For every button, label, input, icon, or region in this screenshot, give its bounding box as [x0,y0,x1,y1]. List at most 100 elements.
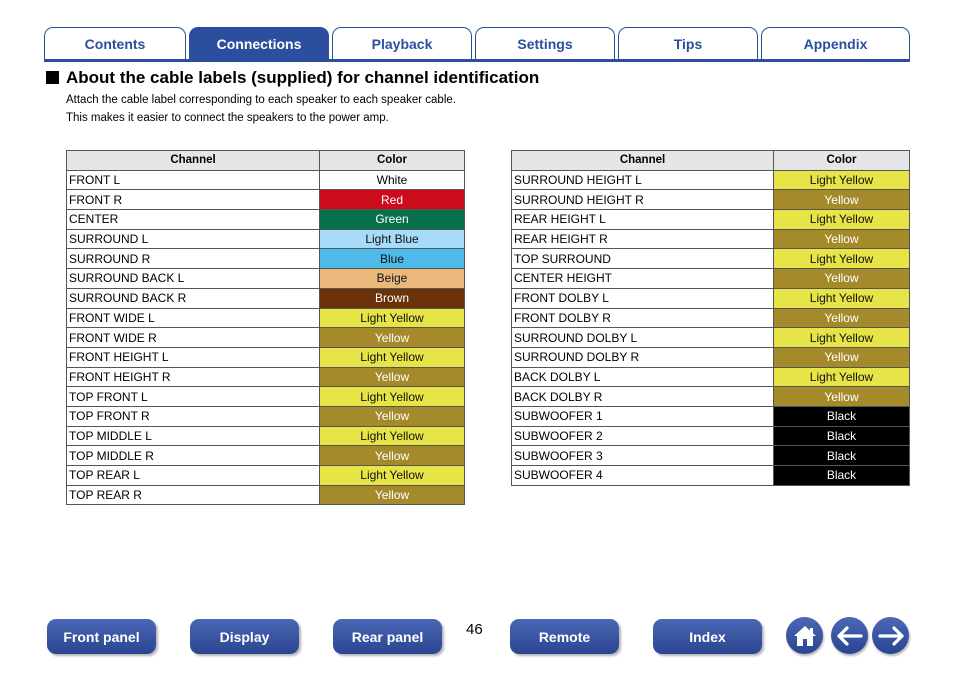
channel-cell: BACK DOLBY R [511,386,774,407]
channel-cell: TOP SURROUND [511,248,774,270]
back-arrow-icon [836,625,863,646]
channel-cell: TOP FRONT L [66,386,320,407]
color-cell: Light Yellow [319,346,465,368]
color-cell: Green [319,209,465,230]
table-row: SURROUND BACK R Brown [66,287,465,309]
channel-cell: FRONT L [66,169,320,191]
table-row: SURROUND HEIGHT L Light Yellow [511,169,910,191]
color-cell: Yellow [319,405,465,427]
tab-contents[interactable]: Contents [44,27,186,59]
color-cell: Yellow [319,484,465,506]
color-cell: Light Yellow [319,465,465,486]
column-header-channel: Channel [511,150,774,171]
channel-color-table-left: Channel Color FRONT L White FRONT R Red CENT… [66,150,465,506]
table-row: FRONT WIDE L Light Yellow [66,307,465,329]
table-row: CENTER HEIGHT Yellow [511,268,910,289]
table-row: SUBWOOFER 3 Black [511,445,910,466]
table-row: TOP MIDDLE R Yellow [66,445,465,466]
channel-cell: FRONT DOLBY L [511,287,774,309]
table-row: FRONT L White [66,169,465,191]
back-button[interactable] [831,617,868,654]
tab-settings[interactable]: Settings [475,27,615,59]
table-row: TOP MIDDLE L Light Yellow [66,425,465,447]
channel-cell: BACK DOLBY L [511,366,774,388]
table-row: SURROUND BACK L Beige [66,268,465,289]
column-header-color: Color [319,150,465,171]
color-cell: Light Yellow [773,209,910,230]
color-cell: Light Yellow [319,307,465,329]
color-cell: Light Yellow [319,386,465,407]
column-header-color: Color [773,150,910,171]
color-cell: Yellow [773,307,910,329]
table-row: SURROUND HEIGHT R Yellow [511,189,910,211]
channel-cell: TOP REAR L [66,465,320,486]
table-row: SUBWOOFER 2 Black [511,425,910,447]
column-header-channel: Channel [66,150,320,171]
tab-connections[interactable]: Connections [189,27,329,59]
color-cell: Red [319,189,465,211]
channel-cell: TOP FRONT R [66,405,320,427]
color-cell: Yellow [319,327,465,348]
front-panel-button[interactable]: Front panel [47,619,156,654]
color-cell: Yellow [773,189,910,211]
table-row: SUBWOOFER 4 Black [511,465,910,486]
remote-button[interactable]: Remote [510,619,619,654]
chapter-tabs: Contents Connections Playback Settings T… [44,27,910,62]
forward-button[interactable] [872,617,909,654]
channel-cell: CENTER [66,209,320,230]
intro-line-2: This makes it easier to connect the spea… [66,112,389,124]
color-cell: Black [773,405,910,427]
channel-cell: SUBWOOFER 1 [511,405,774,427]
color-cell: Black [773,425,910,447]
color-cell: Yellow [773,228,910,250]
color-cell: Black [773,445,910,466]
page-number: 46 [466,621,483,638]
table-row: FRONT HEIGHT L Light Yellow [66,346,465,368]
rear-panel-button[interactable]: Rear panel [333,619,442,654]
color-cell: Yellow [773,268,910,289]
table-row: REAR HEIGHT R Yellow [511,228,910,250]
color-cell: Yellow [319,366,465,388]
channel-cell: SUBWOOFER 3 [511,445,774,466]
color-cell: Light Yellow [773,327,910,348]
color-cell: Black [773,465,910,486]
table-row: FRONT DOLBY R Yellow [511,307,910,329]
home-button[interactable] [786,617,823,654]
table-row: SURROUND DOLBY R Yellow [511,346,910,368]
channel-cell: FRONT WIDE L [66,307,320,329]
channel-cell: FRONT WIDE R [66,327,320,348]
page-title: About the cable labels (supplied) for ch… [66,68,540,87]
channel-cell: FRONT HEIGHT L [66,346,320,368]
tab-playback[interactable]: Playback [332,27,472,59]
channel-cell: SUBWOOFER 4 [511,465,774,486]
channel-cell: FRONT HEIGHT R [66,366,320,388]
index-button[interactable]: Index [653,619,762,654]
channel-cell: TOP MIDDLE R [66,445,320,466]
table-row: BACK DOLBY R Yellow [511,386,910,407]
table-row: TOP FRONT L Light Yellow [66,386,465,407]
table-row: REAR HEIGHT L Light Yellow [511,209,910,230]
channel-cell: FRONT DOLBY R [511,307,774,329]
table-row: TOP FRONT R Yellow [66,405,465,427]
tab-tips[interactable]: Tips [618,27,758,59]
channel-cell: CENTER HEIGHT [511,268,774,289]
tab-appendix[interactable]: Appendix [761,27,910,59]
table-row: FRONT WIDE R Yellow [66,327,465,348]
table-row: SUBWOOFER 1 Black [511,405,910,427]
table-row: TOP REAR L Light Yellow [66,465,465,486]
channel-cell: REAR HEIGHT L [511,209,774,230]
channel-cell: SURROUND DOLBY R [511,346,774,368]
table-row: SURROUND DOLBY L Light Yellow [511,327,910,348]
channel-cell: SURROUND L [66,228,320,250]
color-cell: Yellow [773,386,910,407]
channel-cell: REAR HEIGHT R [511,228,774,250]
color-cell: Beige [319,268,465,289]
color-cell: Yellow [773,346,910,368]
table-row: TOP SURROUND Light Yellow [511,248,910,270]
display-button[interactable]: Display [190,619,299,654]
table-row: FRONT DOLBY L Light Yellow [511,287,910,309]
table-row: SURROUND R Blue [66,248,465,270]
color-cell: Light Blue [319,228,465,250]
channel-cell: SUBWOOFER 2 [511,425,774,447]
color-cell: Light Yellow [319,425,465,447]
